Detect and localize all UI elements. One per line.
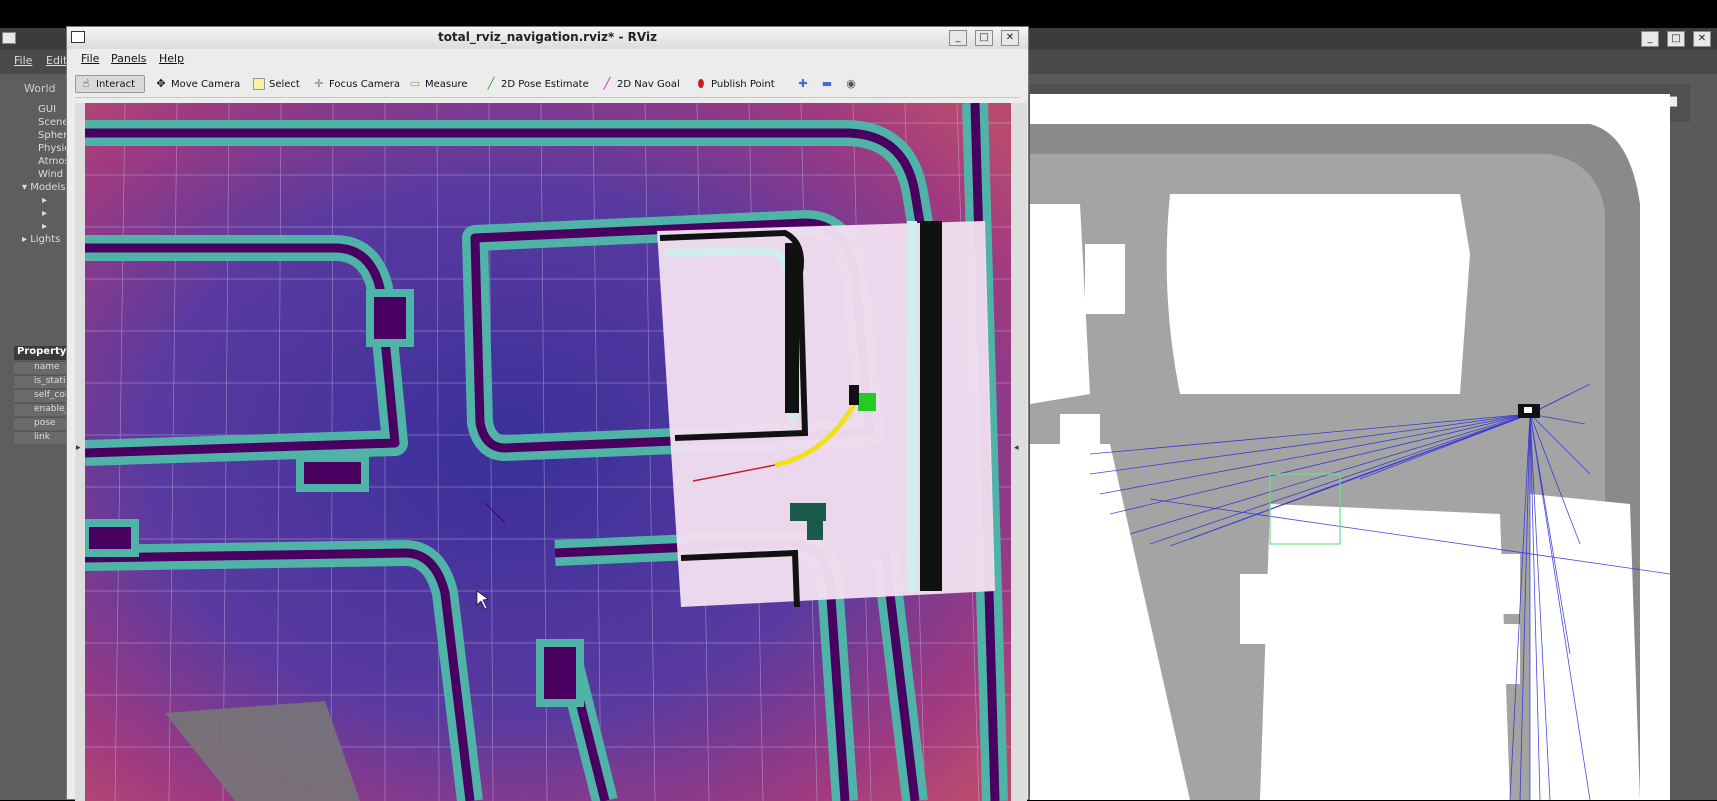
tool-select[interactable]: Select (249, 75, 304, 93)
tree-expander[interactable]: ▸ (42, 195, 47, 206)
measure-icon: ▭ (409, 77, 421, 90)
maximize-icon[interactable]: □ (975, 30, 993, 46)
window-title: total_rviz_navigation.rviz* - RViz (437, 30, 658, 44)
expand-left-icon[interactable]: ▸ (76, 443, 81, 453)
pose-estimate-icon: ╱ (487, 77, 495, 90)
tree-item-models[interactable]: ▾ Models (22, 182, 65, 193)
tool-label: Move Camera (171, 78, 241, 90)
focus-camera-icon: ✛ (314, 77, 324, 90)
tool-focus-camera[interactable]: ✛ Focus Camera (309, 75, 404, 93)
nav-goal-icon: ╱ (603, 77, 611, 90)
tool-label: Publish Point (711, 78, 775, 90)
gazebo-menu-file[interactable]: File (14, 54, 32, 67)
window-menu-icon[interactable] (2, 32, 16, 44)
tree-item-lights[interactable]: ▸ Lights (22, 234, 60, 245)
menu-help[interactable]: Help (159, 52, 184, 65)
tool-label: Measure (425, 78, 468, 90)
tool-properties-button[interactable]: ◉ (841, 75, 861, 93)
property-row[interactable]: link (14, 431, 74, 444)
local-costmap (657, 221, 995, 608)
property-row[interactable]: self_collide (14, 389, 84, 402)
tool-label: 2D Nav Goal (617, 78, 680, 90)
plus-icon: ✚ (798, 77, 808, 90)
expand-right-icon[interactable]: ◂ (1014, 443, 1019, 453)
tool-publish-point[interactable]: ⬮ Publish Point (691, 75, 779, 93)
costmap-render (85, 103, 1011, 801)
menu-file[interactable]: File (81, 52, 99, 65)
gazebo-menu-edit[interactable]: Edit (46, 54, 67, 67)
tree-expander[interactable]: ▸ (42, 208, 47, 219)
tool-move-camera[interactable]: ✥ Move Camera (151, 75, 244, 93)
gazebo-scene (1030, 94, 1670, 800)
camera-type-icon: ◉ (846, 77, 856, 90)
tool-label: 2D Pose Estimate (501, 78, 589, 90)
maximize-icon[interactable]: □ (1667, 31, 1685, 47)
menu-file-label: File (81, 52, 100, 65)
property-row[interactable]: name (14, 361, 74, 374)
menu-panels-label: Panels (111, 52, 147, 65)
robot-body (849, 385, 859, 405)
desktop-top-bar (0, 0, 1717, 28)
rviz-menu-bar (67, 49, 1028, 69)
tool-label: Focus Camera (329, 78, 400, 90)
rviz-window: total_rviz_navigation.rviz* - RViz _ □ ✕… (66, 26, 1029, 801)
minimize-icon[interactable]: _ (1641, 31, 1659, 47)
robot-footprint (858, 393, 876, 411)
tree-item[interactable]: Scene (38, 117, 69, 128)
property-row[interactable]: is_static (14, 375, 74, 388)
rviz-toolbar: ☝ Interact ✥ Move Camera Select ✛ Focus … (75, 71, 1020, 98)
publish-point-icon: ⬮ (697, 77, 705, 90)
gazebo-3d-view[interactable] (1030, 94, 1670, 800)
minus-icon: ▬ (821, 77, 833, 90)
close-icon[interactable]: ✕ (1693, 31, 1711, 47)
tree-label: Lights (30, 234, 61, 245)
hand-icon: ☝ (82, 77, 90, 90)
left-dock-handle[interactable]: ▸ (75, 103, 85, 801)
remove-tool-button[interactable]: ▬ (817, 75, 837, 93)
tree-label: Models (30, 182, 66, 193)
rviz-3d-view[interactable] (85, 103, 1011, 801)
tool-2d-nav-goal[interactable]: ╱ 2D Nav Goal (597, 75, 684, 93)
rviz-title-bar: total_rviz_navigation.rviz* - RViz _ □ ✕ (67, 27, 1028, 50)
world-tab[interactable]: World (24, 82, 56, 95)
menu-panels[interactable]: Panels (111, 52, 146, 65)
tool-2d-pose-estimate[interactable]: ╱ 2D Pose Estimate (481, 75, 593, 93)
tool-measure[interactable]: ▭ Measure (405, 75, 472, 93)
add-tool-button[interactable]: ✚ (793, 75, 813, 93)
select-icon (253, 78, 265, 90)
tool-label: Select (269, 78, 300, 90)
right-dock-handle[interactable]: ◂ (1011, 103, 1027, 801)
tool-interact[interactable]: ☝ Interact (75, 75, 145, 93)
tool-label: Interact (96, 78, 136, 90)
tree-item[interactable]: Wind (38, 169, 63, 180)
tree-expander[interactable]: ▸ (42, 221, 47, 232)
move-camera-icon: ✥ (156, 77, 166, 90)
menu-help-label: Help (159, 52, 185, 65)
property-row[interactable]: pose (14, 417, 74, 430)
tree-item[interactable]: GUI (38, 104, 56, 115)
property-row[interactable]: enable_wind (14, 403, 90, 416)
minimize-icon[interactable]: _ (949, 30, 967, 46)
close-icon[interactable]: ✕ (1001, 30, 1019, 46)
